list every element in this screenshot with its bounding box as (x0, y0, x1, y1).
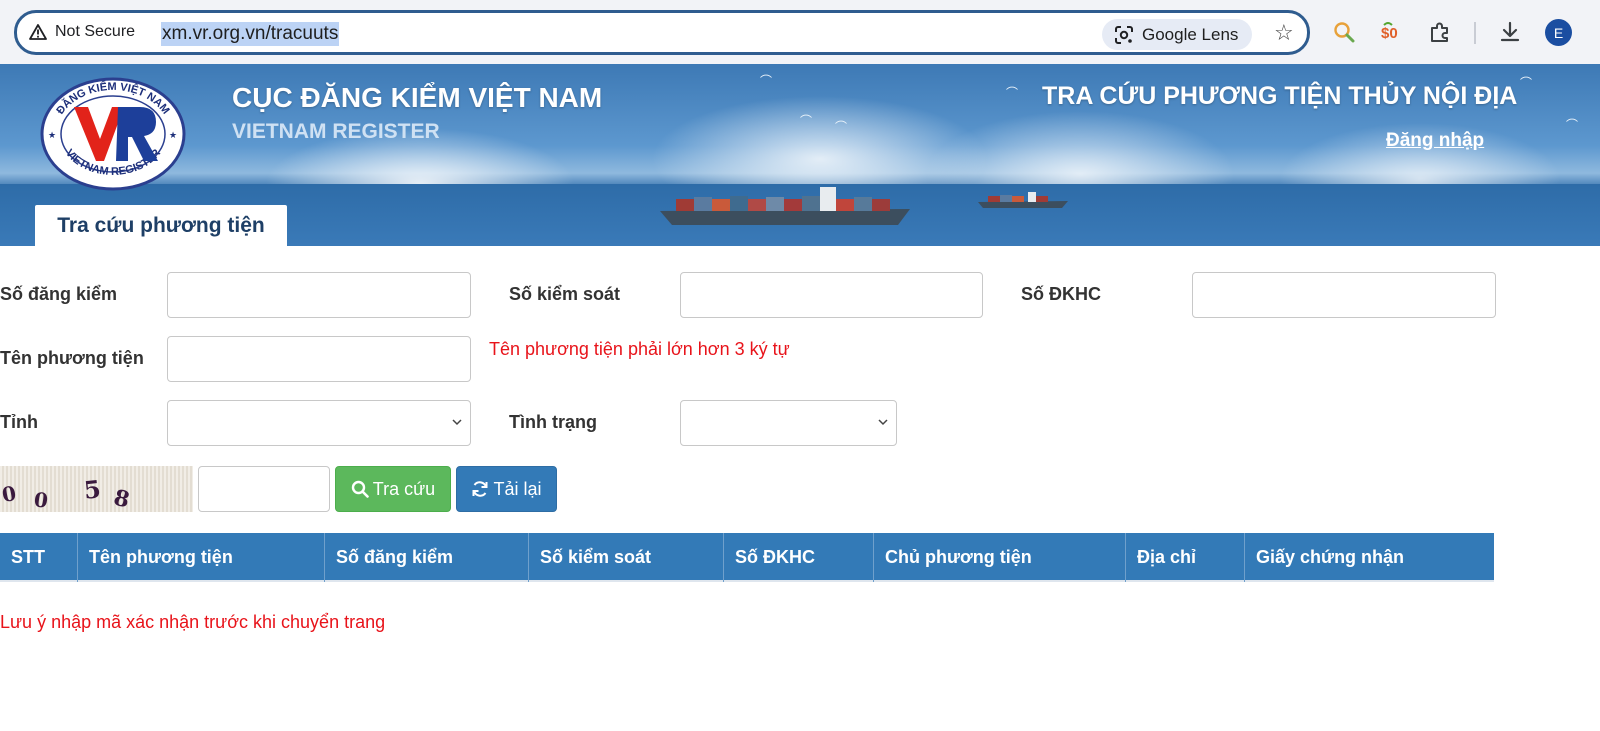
agency-title: CỤC ĐĂNG KIỂM VIỆT NAM (232, 82, 603, 113)
seagull-icon: ⌒ (800, 114, 813, 128)
so-kiem-soat-input[interactable] (680, 272, 983, 318)
warning-icon (29, 24, 47, 40)
agency-subtitle: VIETNAM REGISTER (232, 120, 440, 143)
captcha-char: 8 (111, 484, 133, 512)
seagull-icon: ⌒ (835, 120, 848, 134)
column-header-giay-chung-nhan: Giấy chứng nhận (1256, 547, 1405, 567)
captcha-char: 5 (82, 474, 103, 505)
svg-text:$0: $0 (1381, 25, 1398, 42)
seagull-icon: ⌒ (760, 74, 773, 88)
reload-button[interactable]: Tải lại (456, 466, 557, 512)
search-extension-icon[interactable] (1330, 18, 1358, 46)
bookmark-star-icon[interactable]: ☆ (1274, 21, 1294, 45)
captcha-char: 0 (0, 480, 18, 508)
seagull-icon: ⌒ (1006, 86, 1019, 100)
toolbar-divider (1474, 22, 1476, 44)
search-button-label: Tra cứu (372, 478, 436, 499)
seagull-icon: ⌒ (1566, 118, 1579, 132)
coupon-extension-icon[interactable]: $0 (1378, 18, 1406, 46)
column-header-stt: STT (0, 533, 78, 582)
profile-avatar[interactable]: E (1545, 19, 1572, 46)
extensions-puzzle-icon[interactable] (1426, 18, 1454, 46)
reload-button-label: Tải lại (493, 478, 542, 499)
container-ship-image (660, 187, 910, 225)
tinh-trang-label: Tình trạng (509, 412, 597, 432)
chevron-down-icon (452, 419, 462, 426)
ten-phuong-tien-input[interactable] (167, 336, 471, 382)
column-header-ten-phuong-tien: Tên phương tiện (78, 533, 325, 582)
security-label: Not Secure (55, 23, 136, 40)
site-banner: ⌒ ⌒ ⌒ ⌒ ⌒ ⌒ ĐĂNG KIỂM VIỆT NAM VIETNAM R… (0, 64, 1600, 246)
ten-phuong-tien-error: Tên phương tiện phải lớn hơn 3 ký tự (489, 339, 790, 359)
svg-text:★: ★ (48, 130, 56, 140)
download-icon[interactable] (1496, 18, 1524, 46)
column-header-so-dang-kiem: Số đăng kiểm (325, 533, 529, 582)
svg-text:★: ★ (169, 130, 177, 140)
address-bar[interactable]: Not Secure xm.vr.org.vn/tracuuts Google … (14, 10, 1310, 55)
chevron-down-icon (878, 419, 888, 426)
so-dkhc-input[interactable] (1192, 272, 1496, 318)
lens-label: Google Lens (1142, 24, 1239, 44)
tinh-label: Tỉnh (0, 412, 38, 432)
browser-toolbar: Not Secure xm.vr.org.vn/tracuuts Google … (0, 0, 1600, 64)
tab-vehicle-lookup[interactable]: Tra cứu phương tiện (35, 205, 287, 246)
captcha-char: 0 (32, 487, 50, 512)
login-link[interactable]: Đăng nhập (1386, 130, 1484, 152)
tinh-select[interactable] (167, 400, 471, 446)
seagull-icon: ⌒ (1520, 76, 1533, 90)
so-kiem-soat-label: Số kiểm soát (509, 284, 621, 304)
url-text[interactable]: xm.vr.org.vn/tracuuts (161, 22, 340, 46)
captcha-note: Lưu ý nhập mã xác nhận trước khi chuyển … (0, 612, 386, 632)
so-dkhc-label: Số ĐKHC (1021, 284, 1101, 304)
search-icon (351, 480, 369, 498)
column-header-so-dkhc: Số ĐKHC (724, 533, 874, 582)
ten-phuong-tien-label: Tên phương tiện (0, 348, 144, 368)
security-indicator[interactable]: Not Secure (29, 23, 135, 41)
tinh-trang-select[interactable] (680, 400, 897, 446)
column-header-chu-phuong-tien: Chủ phương tiện (874, 533, 1126, 582)
vietnam-register-logo: ĐĂNG KIỂM VIỆT NAM VIETNAM REGISTER ★ ★ (40, 77, 186, 191)
results-table-header: STT Tên phương tiện Số đăng kiểm Số kiểm… (0, 533, 1494, 582)
so-dang-kiem-label: Số đăng kiểm (0, 284, 118, 304)
page-heading: TRA CỨU PHƯƠNG TIỆN THỦY NỘI ĐỊA (1042, 82, 1518, 110)
so-dang-kiem-input[interactable] (167, 272, 471, 318)
column-header-so-kiem-soat: Số kiểm soát (529, 533, 724, 582)
google-lens-button[interactable]: Google Lens (1102, 19, 1253, 50)
distant-ship-image (978, 192, 1068, 208)
lens-icon (1115, 25, 1133, 44)
column-header-dia-chi: Địa chỉ (1126, 533, 1245, 582)
captcha-input[interactable] (198, 466, 330, 512)
captcha-image: 0 0 5 8 (0, 466, 193, 512)
search-button[interactable]: Tra cứu (335, 466, 451, 512)
refresh-icon (472, 481, 488, 497)
